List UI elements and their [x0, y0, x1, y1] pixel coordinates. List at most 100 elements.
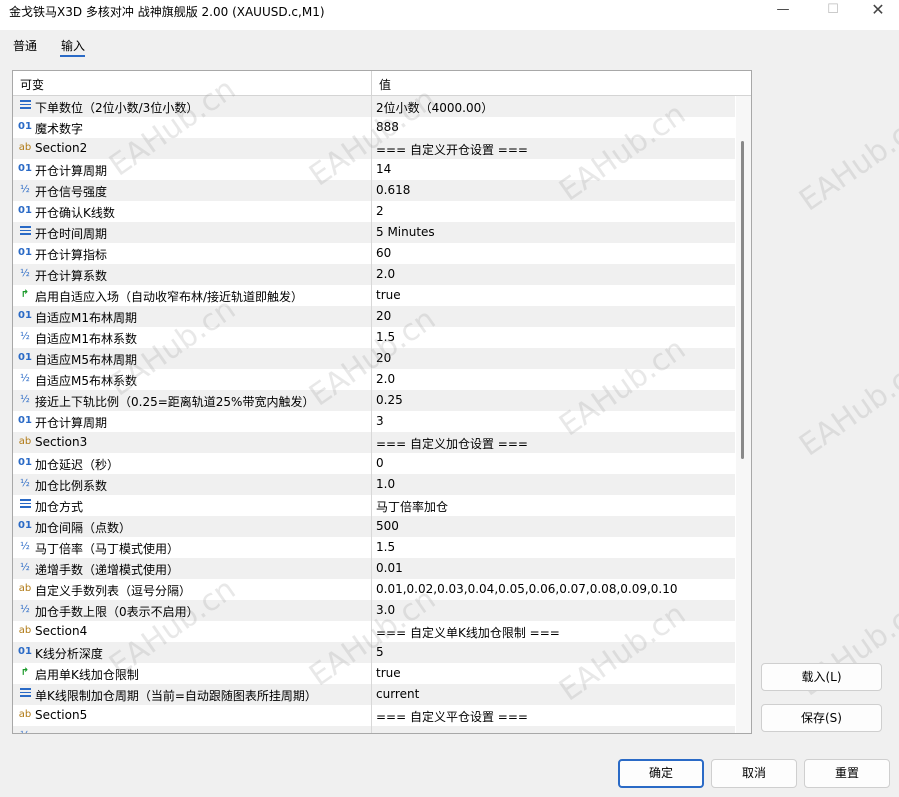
- ok-button[interactable]: 确定: [618, 759, 704, 788]
- double-icon: ½: [20, 331, 30, 342]
- row-value[interactable]: 500: [376, 519, 399, 533]
- row-value[interactable]: 2.0: [376, 372, 395, 386]
- table-row[interactable]: ½: [13, 726, 735, 733]
- int-icon: 01: [18, 205, 32, 216]
- table-row[interactable]: ½ 自适应M1布林系数 1.5: [13, 327, 735, 348]
- save-button[interactable]: 保存(S): [761, 704, 882, 732]
- table-row[interactable]: 加仓方式 马丁倍率加仓: [13, 495, 735, 516]
- row-value[interactable]: 1.5: [376, 330, 395, 344]
- reset-button[interactable]: 重置: [804, 759, 890, 788]
- row-value[interactable]: 14: [376, 162, 391, 176]
- row-value[interactable]: 888: [376, 120, 399, 134]
- row-name: 自适应M5布林系数: [35, 374, 137, 388]
- column-divider: [371, 285, 372, 306]
- table-row[interactable]: 01 开仓计算指标 60: [13, 243, 735, 264]
- row-name: 加仓延迟（秒）: [35, 458, 120, 472]
- row-value[interactable]: 马丁倍率加仓: [376, 498, 448, 515]
- table-row[interactable]: 下单数位（2位小数/3位小数） 2位小数（4000.00）: [13, 96, 735, 117]
- row-value[interactable]: === 自定义开仓设置 ===: [376, 141, 528, 158]
- row-value[interactable]: 2: [376, 204, 384, 218]
- column-divider: [371, 579, 372, 600]
- row-name: 开仓计算周期: [35, 416, 108, 430]
- table-row[interactable]: 01 加仓间隔（点数） 500: [13, 516, 735, 537]
- row-value[interactable]: 1.0: [376, 477, 395, 491]
- int-icon: 01: [18, 121, 32, 132]
- row-value[interactable]: 1.5: [376, 540, 395, 554]
- vertical-scrollbar[interactable]: [736, 96, 751, 733]
- row-name: 自适应M1布林系数: [35, 332, 137, 346]
- table-row[interactable]: 开仓时间周期 5 Minutes: [13, 222, 735, 243]
- minimize-icon[interactable]: —: [760, 0, 806, 20]
- table-row[interactable]: ↱ 启用自适应入场（自动收窄布林/接近轨道即触发） true: [13, 285, 735, 306]
- table-row[interactable]: ab Section2 === 自定义开仓设置 ===: [13, 138, 735, 159]
- table-row[interactable]: ½ 递增手数（递增模式使用） 0.01: [13, 558, 735, 579]
- table-row[interactable]: ½ 接近上下轨比例（0.25=距离轨道25%带宽内触发） 0.25: [13, 390, 735, 411]
- load-button[interactable]: 载入(L): [761, 663, 882, 691]
- table-row[interactable]: ½ 加仓比例系数 1.0: [13, 474, 735, 495]
- tab-inputs[interactable]: 输入: [61, 37, 85, 54]
- table-row[interactable]: 01 K线分析深度 5: [13, 642, 735, 663]
- row-value[interactable]: 60: [376, 246, 391, 260]
- double-icon: ½: [20, 604, 30, 615]
- row-value[interactable]: 2位小数（4000.00）: [376, 99, 493, 116]
- row-value[interactable]: 3.0: [376, 603, 395, 617]
- row-value[interactable]: 0.618: [376, 183, 410, 197]
- table-row[interactable]: ½ 开仓计算系数 2.0: [13, 264, 735, 285]
- enum-icon: [17, 99, 33, 113]
- row-value[interactable]: === 自定义单K线加仓限制 ===: [376, 624, 560, 641]
- row-value[interactable]: 0.01,0.02,0.03,0.04,0.05,0.06,0.07,0.08,…: [376, 582, 678, 596]
- table-row[interactable]: ½ 开仓信号强度 0.618: [13, 180, 735, 201]
- bool-icon: ↱: [20, 667, 30, 678]
- table-row[interactable]: ab Section3 === 自定义加仓设置 ===: [13, 432, 735, 453]
- header-variable[interactable]: 可变: [20, 76, 44, 93]
- column-divider: [371, 537, 372, 558]
- row-value[interactable]: current: [376, 687, 419, 701]
- double-icon: ½: [20, 268, 30, 279]
- table-row[interactable]: 01 开仓计算周期 14: [13, 159, 735, 180]
- table-row[interactable]: ½ 加仓手数上限（0表示不启用） 3.0: [13, 600, 735, 621]
- row-name: 启用自适应入场（自动收窄布林/接近轨道即触发）: [35, 290, 304, 304]
- table-row[interactable]: ab 自定义手数列表（逗号分隔） 0.01,0.02,0.03,0.04,0.05,…: [13, 579, 735, 600]
- table-row[interactable]: 01 开仓确认K线数 2: [13, 201, 735, 222]
- row-value[interactable]: 3: [376, 414, 384, 428]
- table-row[interactable]: ½ 马丁倍率（马丁模式使用） 1.5: [13, 537, 735, 558]
- table-row[interactable]: 01 开仓计算周期 3: [13, 411, 735, 432]
- cancel-button[interactable]: 取消: [711, 759, 797, 788]
- row-value[interactable]: true: [376, 666, 401, 680]
- row-name: 魔术数字: [35, 122, 84, 136]
- header-divider[interactable]: [371, 71, 372, 96]
- row-value[interactable]: 20: [376, 351, 391, 365]
- row-value[interactable]: === 自定义加仓设置 ===: [376, 435, 528, 452]
- table-row[interactable]: ab Section5 === 自定义平仓设置 ===: [13, 705, 735, 726]
- column-divider: [371, 369, 372, 390]
- row-value[interactable]: true: [376, 288, 401, 302]
- table-row[interactable]: ↱ 启用单K线加仓限制 true: [13, 663, 735, 684]
- table-row[interactable]: 01 自适应M1布林周期 20: [13, 306, 735, 327]
- maximize-icon[interactable]: ☐: [810, 0, 856, 20]
- row-value[interactable]: === 自定义平仓设置 ===: [376, 708, 528, 725]
- row-value[interactable]: 0.01: [376, 561, 403, 575]
- row-value[interactable]: 5 Minutes: [376, 225, 435, 239]
- window-title: 金戈铁马X3D 多核对冲 战神旗舰版 2.00 (XAUUSD.c,M1): [9, 5, 325, 19]
- row-value[interactable]: 20: [376, 309, 391, 323]
- table-row[interactable]: 01 加仓延迟（秒） 0: [13, 453, 735, 474]
- table-row[interactable]: 01 自适应M5布林周期 20: [13, 348, 735, 369]
- string-icon: ab: [18, 625, 32, 636]
- row-value[interactable]: 0: [376, 456, 384, 470]
- close-icon[interactable]: ✕: [855, 0, 899, 20]
- table-row[interactable]: ½ 自适应M5布林系数 2.0: [13, 369, 735, 390]
- table-row[interactable]: ab Section4 === 自定义单K线加仓限制 ===: [13, 621, 735, 642]
- row-value[interactable]: 5: [376, 645, 384, 659]
- tab-common[interactable]: 普通: [13, 37, 37, 54]
- header-value[interactable]: 值: [379, 76, 391, 93]
- table-row[interactable]: 01 魔术数字 888: [13, 117, 735, 138]
- table-row[interactable]: 单K线限制加仓周期（当前=自动跟随图表所挂周期） current: [13, 684, 735, 705]
- column-divider: [371, 348, 372, 369]
- string-icon: ab: [18, 436, 32, 447]
- row-value[interactable]: 2.0: [376, 267, 395, 281]
- row-value[interactable]: 0.25: [376, 393, 403, 407]
- string-icon: ab: [18, 142, 32, 153]
- scrollbar-thumb[interactable]: [741, 141, 744, 459]
- column-divider: [371, 96, 372, 117]
- double-icon: ½: [17, 729, 33, 733]
